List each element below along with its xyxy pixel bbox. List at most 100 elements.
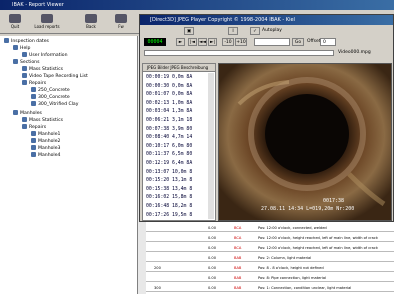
table-cell: 0.00 xyxy=(208,256,217,260)
tree-node-label: Manhole3 xyxy=(38,146,61,151)
list-item[interactable]: 00:16:48 18,2m 8 xyxy=(146,203,216,211)
play-button[interactable]: ► xyxy=(176,38,185,46)
frame-input[interactable] xyxy=(254,38,290,46)
observation-table: 0.00 BCA Pos: 12:00 o'clock, connected, we… xyxy=(146,222,394,294)
list-item[interactable]: 00:01:07 0,0m 8A xyxy=(146,91,216,99)
list-item[interactable]: 00:00:30 0,0m 8A xyxy=(146,83,216,91)
table-row: 0.00 BCA Pos: 12:00 o'clock, connected, we… xyxy=(146,224,394,232)
tree-node[interactable]: 300_Vitrified Clay xyxy=(31,101,78,107)
tree-node-icon xyxy=(31,101,36,106)
table-cell: 200 xyxy=(154,266,161,270)
list-item[interactable]: 00:15:38 13,4m 8 xyxy=(146,186,216,194)
list-item[interactable]: 00:00:19 0,0m 8A xyxy=(146,74,216,82)
tree-node-label: Repairs xyxy=(29,81,47,86)
table-cell: BAB xyxy=(234,286,242,290)
file-label: Video000.mpg xyxy=(338,50,371,55)
tree-node-label: 300_Vitrified Clay xyxy=(38,102,79,107)
list-item[interactable]: 00:03:04 1,3m 8A xyxy=(146,108,216,116)
tree-node[interactable]: Manhole4 xyxy=(31,152,60,158)
table-row: 300 0.00 BAB Pos: 1: Connection, condition … xyxy=(146,284,394,292)
tree-node[interactable]: Sections xyxy=(13,59,39,65)
frame-list-scrollbar[interactable] xyxy=(208,73,214,219)
tree-node[interactable]: Manholes xyxy=(13,110,42,116)
tree-node[interactable]: Manhole1 xyxy=(31,131,60,137)
table-row: 200 0.00 BAB Pos: 8 - 8 o'clock, height not… xyxy=(146,264,394,272)
tree-node-icon xyxy=(13,110,18,115)
player-title: [Direct3D] JPEG Player Copyright © 1998-… xyxy=(140,15,393,25)
tree-node-icon xyxy=(22,66,27,71)
back-button[interactable]: Back xyxy=(78,14,104,32)
frame-list-header: JPEG Bilder JPEG Beschreibung xyxy=(143,64,215,72)
prev-button[interactable]: ◄◄ xyxy=(198,38,207,46)
back-icon xyxy=(85,14,97,23)
table-cell: Pos: 8: Pipe connection, light material xyxy=(258,276,327,280)
table-cell: Pos: 12:00 o'clock, height reached, left… xyxy=(258,236,378,240)
tree-node[interactable]: User Information xyxy=(22,52,68,58)
table-cell: BCA xyxy=(234,246,242,250)
tree-node-label: Mass Statistics xyxy=(29,118,64,123)
tree-node[interactable]: Video Tape Recording List xyxy=(22,73,88,79)
list-item[interactable]: 00:06:21 3,1m 18 xyxy=(146,117,216,125)
quit-button[interactable]: Quit xyxy=(2,14,28,32)
tree-node-icon xyxy=(13,59,18,64)
progress-bar[interactable] xyxy=(144,50,334,56)
autoplay-checkbox[interactable]: ✓ xyxy=(250,27,260,35)
tree-node-label: Manhole1 xyxy=(38,132,61,137)
pipe-image: 0017:38 27.08.11 14:34 L=019,20m Nr:200 xyxy=(219,64,391,220)
tree-node[interactable]: Manhole3 xyxy=(31,145,60,151)
list-item[interactable]: 00:11:37 6,5m 80 xyxy=(146,151,216,159)
quit-icon xyxy=(9,14,21,23)
table-cell: 0.00 xyxy=(208,236,217,240)
list-item[interactable]: 00:17:26 19,5m 8 xyxy=(146,212,216,220)
go-button[interactable]: Go xyxy=(292,38,304,46)
tree-node[interactable]: Mass Statistics xyxy=(22,66,63,72)
plus-ten-button[interactable]: +10 xyxy=(235,38,247,46)
list-item[interactable]: 00:10:17 6,0m 80 xyxy=(146,143,216,151)
table-cell: BAB xyxy=(234,256,242,260)
tree-node[interactable]: 300_Concrete xyxy=(31,94,70,100)
tree-node[interactable]: Repairs xyxy=(22,124,46,130)
list-item[interactable]: 00:16:02 15,8m 8 xyxy=(146,194,216,202)
forward-button[interactable]: Fw xyxy=(108,14,134,32)
tree-node-icon xyxy=(22,124,27,129)
tree-node[interactable]: Repairs xyxy=(22,80,46,86)
tree-node[interactable]: Inspection dates xyxy=(4,38,49,44)
list-item[interactable]: 00:07:38 3,9m 80 xyxy=(146,126,216,134)
table-row: 0.00 BCA Pos: 12:00 o'clock, height reache… xyxy=(146,234,394,242)
list-item[interactable]: 00:15:20 13,1m 8 xyxy=(146,177,216,185)
first-frame-button[interactable]: |◄ xyxy=(188,38,197,46)
tree-node[interactable]: Mass Statistics xyxy=(22,117,63,123)
load-icon xyxy=(41,14,53,23)
table-cell: 0.00 xyxy=(208,266,217,270)
tree-node-icon xyxy=(31,94,36,99)
table-cell: BAB xyxy=(234,276,242,280)
minus-ten-button[interactable]: -10 xyxy=(222,38,234,46)
list-item[interactable]: 00:12:19 6,4m 8A xyxy=(146,160,216,168)
load-reports-button[interactable]: Load reports xyxy=(34,14,60,32)
tree-node-label: User Information xyxy=(29,53,68,58)
list-item[interactable]: 00:08:40 4,7m 14 xyxy=(146,134,216,142)
offset-label: Offset xyxy=(307,39,321,44)
table-cell: 0.00 xyxy=(208,286,217,290)
tree-node-icon xyxy=(22,80,27,85)
open-button[interactable]: ▣ xyxy=(184,27,194,35)
autoplay-label: Autoplay xyxy=(262,28,282,33)
tree-node-label: Video Tape Recording List xyxy=(29,74,88,79)
overlay-info: 27.08.11 14:34 L=019,20m Nr:200 xyxy=(261,206,354,212)
table-cell: Pos: 1: Connection, condition unclear, l… xyxy=(258,286,352,290)
offset-input[interactable]: 0 xyxy=(320,38,336,46)
list-item[interactable]: 00:02:13 1,0m 8A xyxy=(146,100,216,108)
tree-node[interactable]: Manhole2 xyxy=(31,138,60,144)
tree-node-icon xyxy=(31,138,36,143)
tree-node[interactable]: Help xyxy=(13,45,30,51)
table-cell: 0.00 xyxy=(208,276,217,280)
info-button[interactable]: I xyxy=(228,27,238,35)
tree-node[interactable]: 250_Concrete xyxy=(31,87,70,93)
tree-node-label: Manholes xyxy=(20,111,42,116)
last-frame-button[interactable]: ►| xyxy=(208,38,217,46)
tree-node-icon xyxy=(22,73,27,78)
tree-node-icon xyxy=(13,45,18,50)
tree-node-icon xyxy=(4,38,9,43)
list-item[interactable]: 00:13:07 10,0m 8 xyxy=(146,169,216,177)
table-cell: Pos: 2: Column, light material xyxy=(258,256,312,260)
